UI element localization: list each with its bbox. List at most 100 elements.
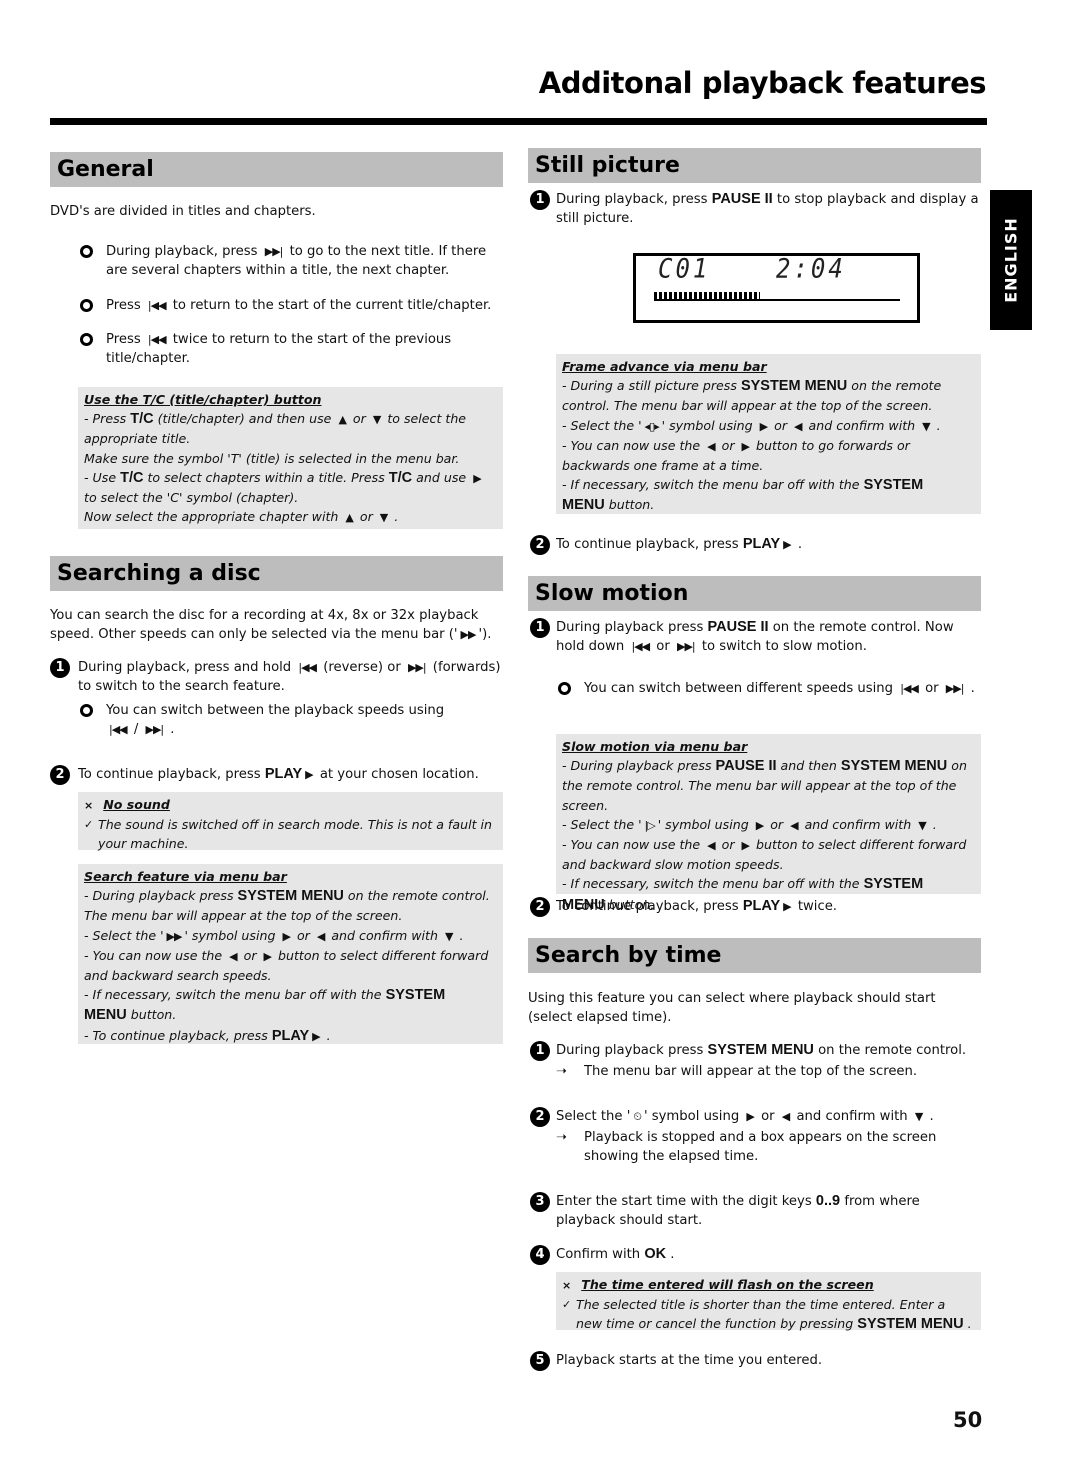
right-icon: ▶	[263, 949, 273, 963]
bullet-icon	[80, 704, 93, 717]
search-time-step-5: 5 Playback starts at the time you entere…	[528, 1351, 981, 1371]
step-number-icon: 1	[530, 618, 550, 638]
section-heading-searching: Searching a disc	[50, 556, 503, 591]
searching-step-1: 1 During playback, press and hold |◀◀ (r…	[50, 658, 503, 696]
previous-icon: |◀◀	[900, 682, 919, 695]
bullet-icon	[80, 333, 93, 346]
right-icon: ▶	[741, 439, 751, 453]
fast-forward-icon: ▶▶	[460, 628, 477, 641]
next-icon: ▶▶|	[264, 245, 284, 258]
previous-icon: |◀◀	[298, 661, 317, 674]
left-icon: ◀	[316, 929, 326, 943]
note-frame-advance: Frame advance via menu bar - During a st…	[556, 354, 981, 514]
right-icon: ▶	[473, 471, 482, 485]
right-icon: ▶	[741, 839, 751, 853]
display-progress-track	[654, 299, 900, 301]
trouble-time-flash: × The time entered will flash on the scr…	[556, 1272, 981, 1332]
step-number-icon: 2	[50, 765, 70, 785]
trouble-title: No sound	[103, 797, 170, 812]
still-step-1: 1 During playback, press PAUSE II to sto…	[528, 190, 981, 228]
bullet-icon	[558, 682, 571, 695]
result-arrow-icon: ➝	[556, 1064, 567, 1079]
slow-bullet: You can switch between different speeds …	[558, 679, 988, 698]
play-icon: ▶	[312, 1029, 321, 1043]
check-icon: ✓	[562, 1298, 572, 1312]
down-icon: ▼	[918, 818, 927, 832]
section-heading-general: General	[50, 152, 503, 187]
play-icon: ▶	[305, 768, 314, 781]
note-tc-button: Use the T/C (title/chapter) button - Pre…	[78, 387, 503, 529]
bullet-icon	[80, 245, 93, 258]
play-icon: ▶	[783, 900, 792, 913]
page-title: Additonal playback features	[538, 66, 987, 100]
next-icon: ▶▶|	[145, 723, 164, 736]
next-icon: ▶▶|	[676, 640, 696, 653]
searching-intro: You can search the disc for a recording …	[50, 608, 492, 642]
check-icon: ✓	[84, 818, 94, 832]
next-icon: ▶▶|	[407, 661, 427, 674]
step-number-icon: 2	[530, 897, 550, 917]
display-chapter: C01	[658, 253, 711, 285]
note-slow-motion-menu-bar: Slow motion via menu bar - During playba…	[556, 734, 981, 913]
left-icon: ◀	[781, 1110, 791, 1123]
previous-icon: |◀◀	[109, 723, 128, 736]
section-heading-still-picture: Still picture	[528, 148, 981, 183]
search-time-intro: Using this feature you can select where …	[528, 991, 936, 1025]
general-bullet-2: Press |◀◀ to return to the start of the …	[80, 296, 500, 315]
display-progress-fill	[654, 292, 760, 299]
cross-icon: ×	[84, 799, 94, 812]
right-icon: ▶	[282, 929, 291, 943]
note-search-menu-bar: Search feature via menu bar - During pla…	[78, 864, 503, 1044]
step-number-icon: 2	[530, 1107, 550, 1127]
previous-icon: |◀◀	[147, 333, 167, 346]
previous-icon: |◀◀	[631, 640, 650, 653]
slow-step-2: 2 To continue playback, press PLAY ▶ twic…	[528, 897, 981, 917]
section-heading-search-by-time: Search by time	[528, 938, 981, 973]
left-icon: ◀	[790, 818, 799, 832]
left-icon: ◀	[707, 839, 716, 853]
general-intro: DVD's are divided in titles and chapters…	[50, 204, 316, 219]
step-number-icon: 3	[530, 1192, 550, 1212]
clock-icon: ⏲	[633, 1110, 642, 1123]
fast-forward-icon: ▶▶	[166, 929, 183, 943]
searching-bullet: You can switch between the playback spee…	[80, 701, 500, 739]
cross-icon: ×	[562, 1279, 572, 1292]
player-display: C01 2:04	[633, 253, 920, 323]
trouble-title: The time entered will flash on the scree…	[581, 1277, 874, 1292]
search-time-step-2: 2 Select the ' ⏲ ' symbol using ▶ or ◀ and…	[528, 1107, 981, 1166]
frame-advance-icon: ◂▯▸	[644, 419, 660, 433]
down-icon: ▼	[444, 929, 454, 943]
down-icon: ▼	[379, 511, 389, 525]
down-icon: ▼	[922, 419, 931, 433]
searching-step-2: 2 To continue playback, press PLAY ▶ at y…	[50, 765, 503, 785]
down-icon: ▼	[914, 1110, 924, 1123]
previous-icon: |◀◀	[147, 299, 167, 312]
up-icon: ▲	[338, 413, 347, 427]
down-icon: ▼	[372, 413, 382, 427]
step-number-icon: 1	[50, 658, 70, 678]
still-step-2: 2 To continue playback, press PLAY ▶ .	[528, 535, 981, 555]
section-heading-slow-motion: Slow motion	[528, 576, 981, 611]
step-number-icon: 1	[530, 1041, 550, 1061]
right-icon: ▶	[759, 419, 769, 433]
search-time-step-1: 1 During playback press SYSTEM MENU on t…	[528, 1041, 981, 1081]
search-time-step-4: 4 Confirm with OK .	[528, 1245, 981, 1265]
right-icon: ▶	[755, 818, 765, 832]
language-label: ENGLISH	[1001, 217, 1021, 303]
step-number-icon: 5	[530, 1351, 550, 1371]
language-tab: ENGLISH	[990, 190, 1032, 330]
step-number-icon: 4	[530, 1245, 550, 1265]
step-number-icon: 2	[530, 535, 550, 555]
step-number-icon: 1	[530, 190, 550, 210]
next-icon: ▶▶|	[945, 682, 965, 695]
left-icon: ◀	[794, 419, 803, 433]
left-icon: ◀	[707, 439, 716, 453]
bullet-icon	[80, 299, 93, 312]
title-rule	[50, 118, 987, 125]
general-bullet-3: Press |◀◀ twice to return to the start o…	[80, 330, 500, 368]
slow-motion-icon: |▷	[644, 818, 656, 832]
general-bullet-1: During playback, press ▶▶| to go to the …	[80, 242, 500, 280]
right-icon: ▶	[746, 1110, 755, 1123]
trouble-no-sound: × No sound ✓ The sound is switched off i…	[78, 792, 503, 851]
left-icon: ◀	[229, 949, 238, 963]
